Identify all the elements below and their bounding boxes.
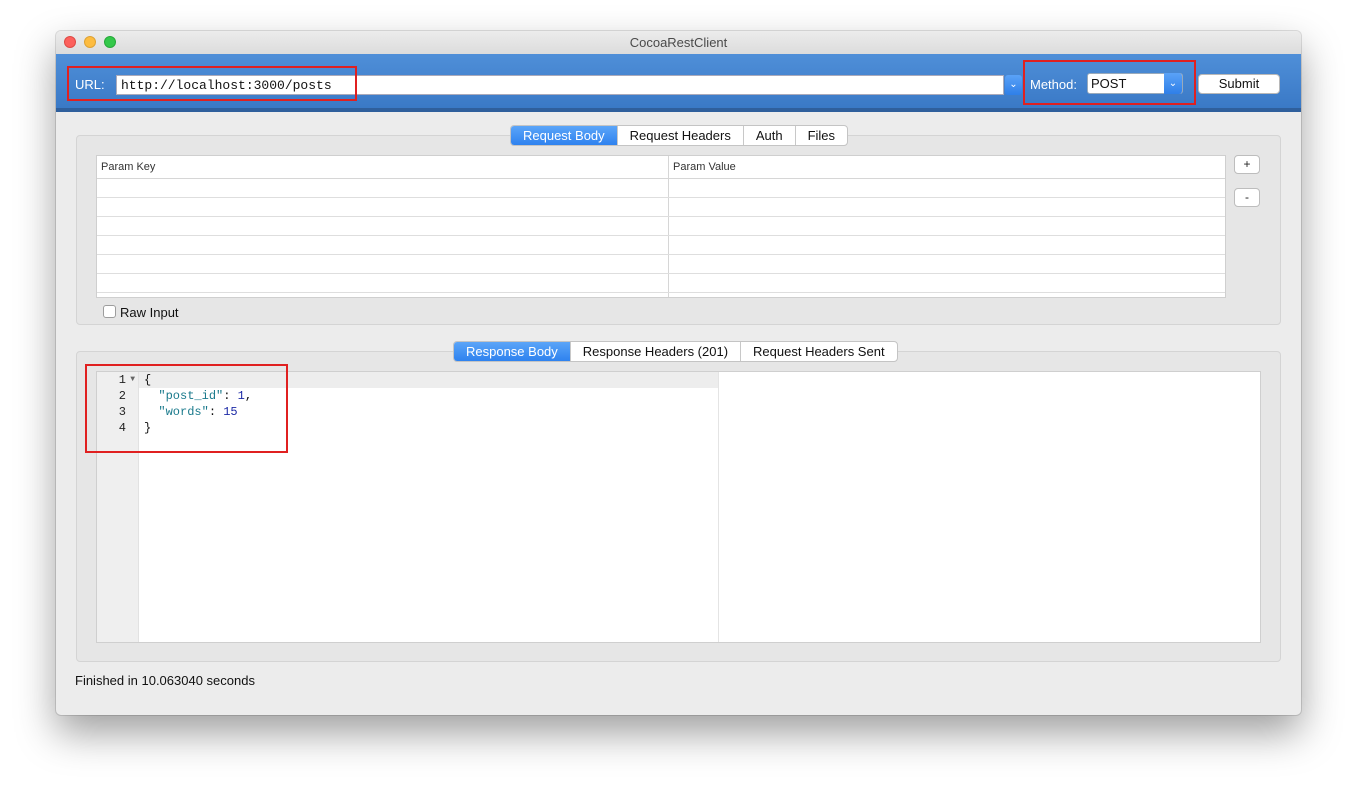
response-highlight-box xyxy=(85,364,288,453)
tab-response-body[interactable]: Response Body xyxy=(454,342,570,361)
tab-request-headers-sent[interactable]: Request Headers Sent xyxy=(740,342,897,361)
tab-auth[interactable]: Auth xyxy=(742,126,795,145)
minimize-window-icon[interactable] xyxy=(84,36,96,48)
tab-request-headers[interactable]: Request Headers xyxy=(616,126,743,145)
submit-button[interactable]: Submit xyxy=(1198,74,1280,94)
add-param-button[interactable]: + xyxy=(1234,155,1260,174)
remove-param-button[interactable]: - xyxy=(1234,188,1260,207)
title-bar: CocoaRestClient xyxy=(56,31,1301,54)
table-row xyxy=(97,254,1225,255)
tab-files[interactable]: Files xyxy=(794,126,847,145)
tab-response-headers[interactable]: Response Headers (201) xyxy=(569,342,740,361)
table-row xyxy=(97,292,1225,293)
table-row xyxy=(97,197,1225,198)
app-window: CocoaRestClient URL: http://localhost:30… xyxy=(56,31,1301,715)
url-history-dropdown-button[interactable]: ⌄ xyxy=(1005,75,1022,95)
method-highlight-box xyxy=(1023,60,1196,105)
close-window-icon[interactable] xyxy=(64,36,76,48)
status-text: Finished in 10.063040 seconds xyxy=(75,673,255,688)
editor-split-divider[interactable] xyxy=(718,372,719,642)
maximize-window-icon[interactable] xyxy=(104,36,116,48)
url-highlight-box xyxy=(67,66,357,101)
param-table-header: Param Key Param Value xyxy=(97,156,1225,179)
table-row xyxy=(97,216,1225,217)
toolbar: URL: http://localhost:3000/posts ⌄ Metho… xyxy=(56,54,1301,112)
window-title: CocoaRestClient xyxy=(629,35,728,50)
response-tabs: Response Body Response Headers (201) Req… xyxy=(453,341,898,362)
param-table[interactable]: Param Key Param Value xyxy=(96,155,1226,298)
column-divider xyxy=(668,156,669,297)
raw-input-label: Raw Input xyxy=(120,305,179,320)
column-header-param-key[interactable]: Param Key xyxy=(101,161,155,173)
table-row xyxy=(97,235,1225,236)
request-tabs: Request Body Request Headers Auth Files xyxy=(510,125,849,146)
table-row xyxy=(97,273,1225,274)
raw-input-checkbox[interactable] xyxy=(103,305,116,318)
chevron-down-icon: ⌄ xyxy=(1009,79,1018,90)
tab-request-body[interactable]: Request Body xyxy=(511,126,617,145)
column-header-param-value[interactable]: Param Value xyxy=(673,161,736,173)
